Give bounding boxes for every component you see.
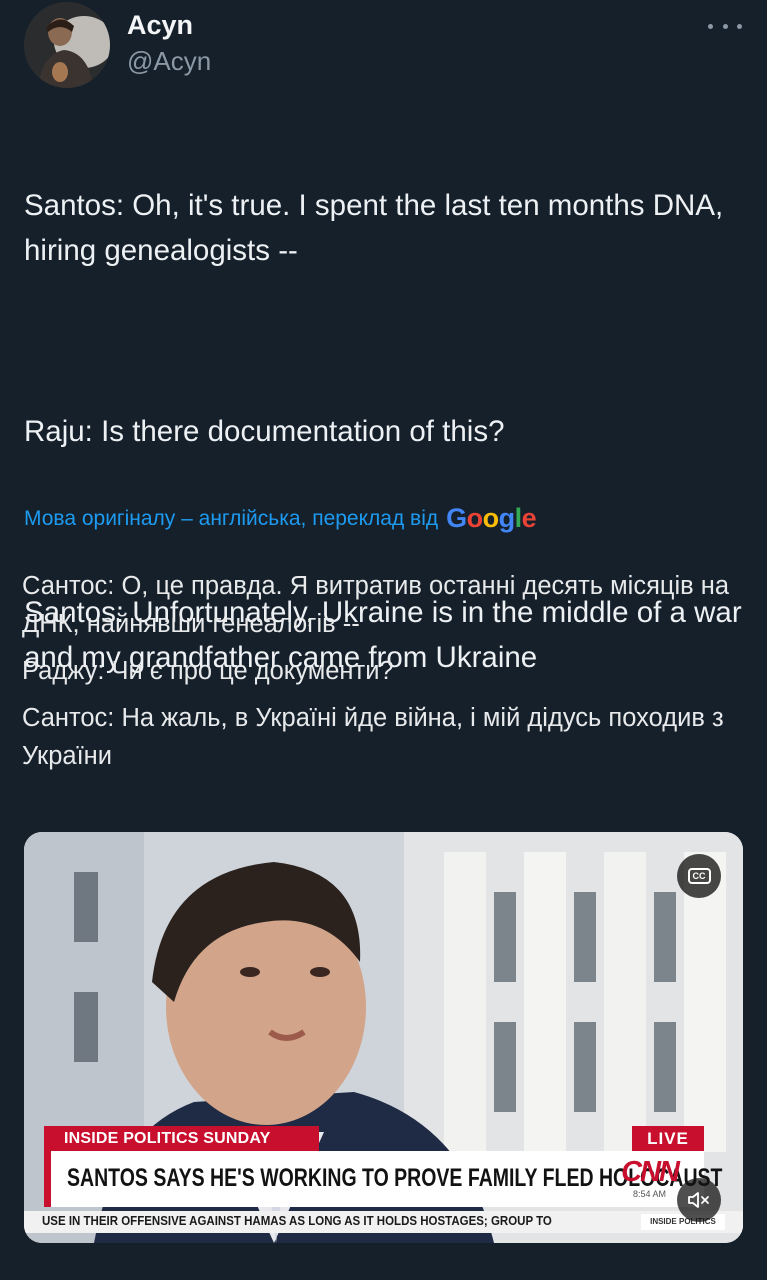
- cc-icon: CC: [687, 868, 711, 884]
- translated-line: Сантос: На жаль, в Україні йде війна, і …: [22, 704, 724, 770]
- video-player[interactable]: CC INSIDE POLITICS SUNDAY LIVE SANTOS SA…: [24, 832, 743, 1243]
- broadcast-time: 8:54 AM: [632, 1189, 666, 1199]
- live-badge: LIVE: [632, 1126, 704, 1151]
- show-name-banner: INSIDE POLITICS SUNDAY: [44, 1126, 319, 1151]
- author-name[interactable]: Acyn: [127, 10, 193, 41]
- more-options-icon[interactable]: [708, 14, 742, 38]
- translation-attribution[interactable]: Мова оригіналу – англійська, переклад ві…: [24, 503, 537, 534]
- chyron: SANTOS SAYS HE'S WORKING TO PROVE FAMILY…: [44, 1151, 722, 1207]
- ticker-text: USE IN THEIR OFFENSIVE AGAINST HAMAS AS …: [42, 1214, 552, 1228]
- translated-line: Раджу: Чи є про це документи?: [22, 657, 394, 685]
- google-logo: Google: [446, 503, 537, 533]
- news-ticker: USE IN THEIR OFFENSIVE AGAINST HAMAS AS …: [24, 1211, 743, 1233]
- speaker-muted-icon: [688, 1192, 709, 1208]
- avatar[interactable]: [24, 2, 110, 88]
- translated-text: Сантос: О, це правда. Я витратив останні…: [22, 567, 747, 784]
- translation-note: Мова оригіналу – англійська, переклад ві…: [24, 506, 439, 530]
- mute-button[interactable]: [677, 1178, 721, 1222]
- author-handle[interactable]: @Acyn: [127, 46, 211, 77]
- tweet-detail-page: Acyn @Acyn Santos: Oh, it's true. I spen…: [0, 0, 767, 1280]
- cnn-logo: CNN: [621, 1156, 680, 1188]
- avatar-photo-icon: [24, 2, 110, 88]
- tweet-line: Raju: Is there documentation of this?: [24, 415, 505, 448]
- tweet-line: Santos: Oh, it's true. I spent the last …: [24, 189, 724, 267]
- translated-line: Сантос: О, це правда. Я витратив останні…: [22, 572, 730, 638]
- closed-captions-button[interactable]: CC: [677, 854, 721, 898]
